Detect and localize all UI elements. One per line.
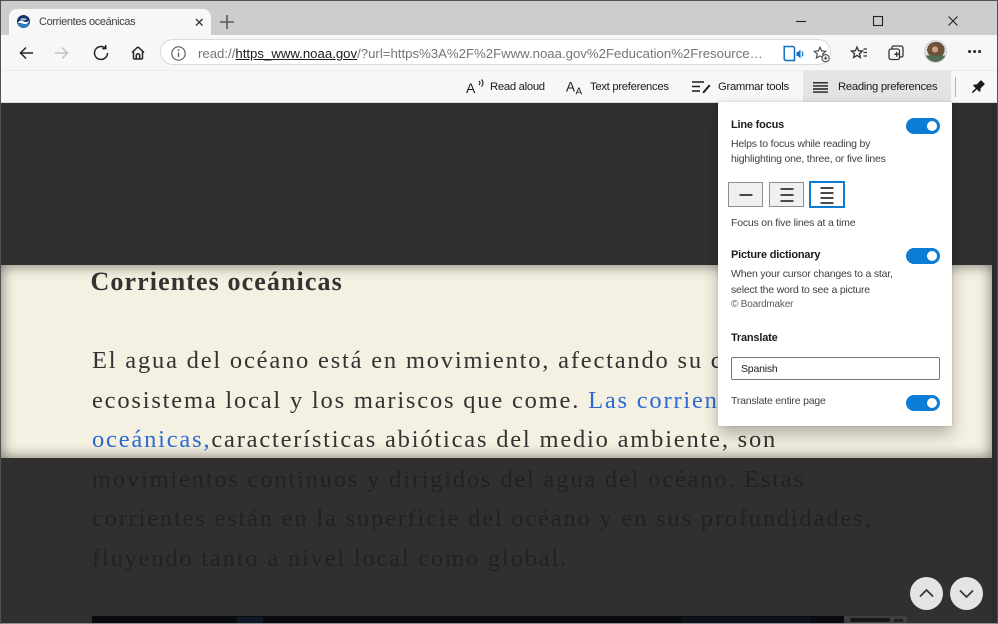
- svg-text:A: A: [566, 80, 575, 95]
- svg-text:A: A: [466, 80, 476, 96]
- svg-text:A: A: [576, 87, 583, 96]
